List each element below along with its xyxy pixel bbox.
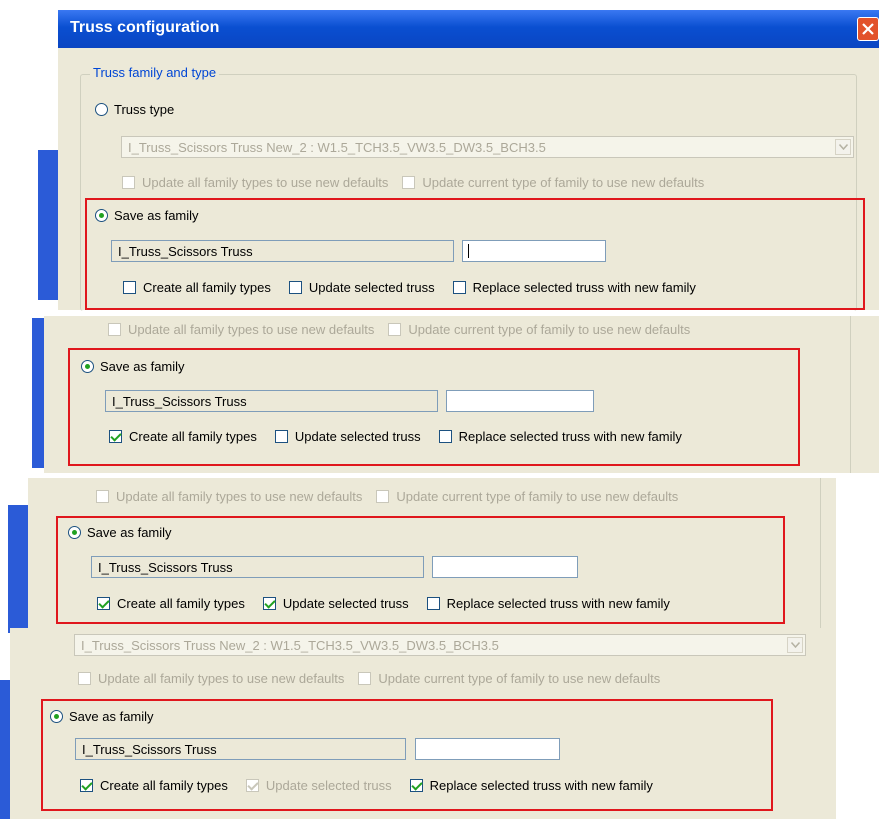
close-icon (862, 23, 874, 35)
update-defaults-row-2: Update all family types to use new defau… (108, 322, 690, 337)
update-all-types-checkbox[interactable] (122, 176, 135, 189)
radio-circle (95, 103, 108, 116)
truss-type-label: Truss type (114, 102, 175, 117)
update-all-types-checkbox[interactable] (108, 323, 121, 336)
update-all-types-label: Update all family types to use new defau… (116, 489, 363, 504)
update-current-type-label: Update current type of family to use new… (396, 489, 679, 504)
update-all-types-checkbox[interactable] (96, 490, 109, 503)
background-window-edge (8, 505, 28, 633)
highlight-box-4 (41, 699, 773, 811)
update-defaults-row-1: Update all family types to use new defau… (122, 175, 704, 190)
background-window-edge (32, 318, 44, 468)
update-current-type-checkbox[interactable] (376, 490, 390, 503)
truss-type-radio[interactable]: Truss type (95, 102, 174, 117)
highlight-box-3 (56, 516, 785, 624)
dropdown-arrow-icon (791, 642, 800, 648)
background-window-edge (38, 150, 60, 300)
highlight-box-1 (85, 198, 865, 310)
update-current-type-label: Update current type of family to use new… (408, 322, 691, 337)
close-button[interactable] (857, 17, 879, 41)
truss-type-value: I_Truss_Scissors Truss New_2 : W1.5_TCH3… (128, 140, 546, 155)
update-current-type-checkbox[interactable] (358, 672, 372, 685)
group-label: Truss family and type (90, 65, 220, 80)
update-all-types-label: Update all family types to use new defau… (128, 322, 375, 337)
update-all-types-checkbox[interactable] (78, 672, 91, 685)
group-border (820, 478, 821, 634)
update-current-type-label: Update current type of family to use new… (378, 671, 661, 686)
dialog-title: Truss configuration (70, 19, 220, 36)
truss-type-value: I_Truss_Scissors Truss New_2 : W1.5_TCH3… (81, 638, 499, 653)
truss-type-dropdown[interactable]: I_Truss_Scissors Truss New_2 : W1.5_TCH3… (121, 136, 854, 158)
update-current-type-label: Update current type of family to use new… (422, 175, 705, 190)
update-defaults-row-4: Update all family types to use new defau… (78, 671, 660, 686)
update-defaults-row-3: Update all family types to use new defau… (96, 489, 678, 504)
background-window-edge (0, 680, 10, 819)
dropdown-arrow-button[interactable] (835, 139, 851, 155)
highlight-box-2 (68, 348, 800, 466)
group-border (850, 316, 851, 473)
dropdown-arrow-icon (839, 144, 848, 150)
update-all-types-label: Update all family types to use new defau… (98, 671, 345, 686)
update-all-types-label: Update all family types to use new defau… (142, 175, 389, 190)
dropdown-arrow-button[interactable] (787, 637, 803, 653)
truss-type-dropdown-4[interactable]: I_Truss_Scissors Truss New_2 : W1.5_TCH3… (74, 634, 806, 656)
update-current-type-checkbox[interactable] (388, 323, 402, 336)
update-current-type-checkbox[interactable] (402, 176, 416, 189)
dialog-titlebar: Truss configuration (58, 10, 879, 48)
